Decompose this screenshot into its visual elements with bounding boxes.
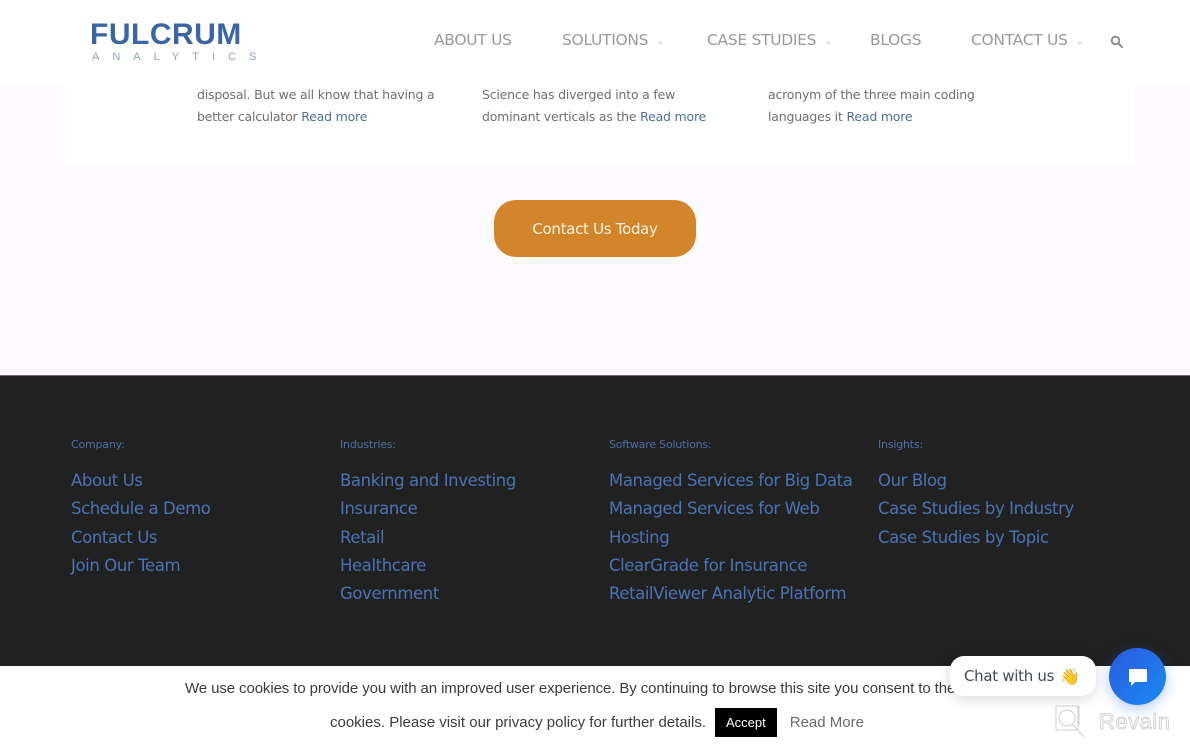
logo-sub-text: ANALYTICS <box>92 51 270 63</box>
fulcrum-logo[interactable]: FULCRUM ANALYTICS <box>90 18 270 64</box>
revain-text: Revain <box>1099 709 1171 735</box>
chevron-down-icon: ⌄ <box>1075 35 1084 47</box>
read-more-link[interactable]: Read more <box>301 109 367 124</box>
waving-hand-icon: 👋 <box>1060 666 1081 686</box>
footer-link-web[interactable]: Managed Services for Web <box>609 495 852 523</box>
footer-link-case-studies-industry[interactable]: Case Studies by Industry <box>878 495 1074 523</box>
nav-blogs[interactable]: BLOGS <box>870 31 922 49</box>
chat-with-us-bubble[interactable]: Chat with us 👋 <box>950 656 1096 696</box>
nav-label: SOLUTIONS <box>562 31 649 49</box>
footer-link-our-blog[interactable]: Our Blog <box>878 467 1074 495</box>
blog-card-excerpt: disposal. But we all know that having a … <box>197 84 435 128</box>
contact-us-today-button[interactable]: Contact Us Today <box>494 200 696 257</box>
footer-link-banking[interactable]: Banking and Investing <box>340 467 516 495</box>
cookie-message-line2-row: cookies. Please visit our privacy policy… <box>330 708 864 737</box>
excerpt-line: disposal. But we all know that having a <box>197 87 435 102</box>
footer-link-big-data[interactable]: Managed Services for Big Data <box>609 467 853 495</box>
chat-bubble-text: Chat with us <box>964 667 1055 685</box>
chat-icon <box>1128 668 1147 686</box>
nav-solutions[interactable]: SOLUTIONS ⌄ <box>562 31 665 49</box>
footer-link-contact-us[interactable]: Contact Us <box>71 524 210 552</box>
nav-about-us[interactable]: ABOUT US <box>434 31 512 49</box>
cookie-accept-button[interactable]: Accept <box>715 708 777 737</box>
footer-link-government[interactable]: Government <box>340 580 516 608</box>
nav-label: ABOUT US <box>434 31 512 49</box>
nav-case-studies[interactable]: CASE STUDIES ⌄ <box>707 31 833 49</box>
logo-main-text: FULCRUM <box>90 18 242 51</box>
footer-link-retailviewer[interactable]: RetailViewer Analytic Platform <box>609 580 852 608</box>
footer-heading: Software Solutions: <box>609 438 712 451</box>
excerpt-line: languages it Read more <box>768 106 975 128</box>
nav-contact-us[interactable]: CONTACT US ⌄ <box>971 31 1084 49</box>
footer-link-retail[interactable]: Retail <box>340 524 516 552</box>
nav-label: CONTACT US <box>971 31 1068 49</box>
excerpt-text: languages it <box>768 109 843 124</box>
nav-label: BLOGS <box>870 31 922 49</box>
cookie-message-line1: We use cookies to provide you with an im… <box>185 680 960 697</box>
excerpt-line: acronym of the three main coding <box>768 87 975 102</box>
footer-link-about-us[interactable]: About Us <box>71 467 210 495</box>
read-more-link[interactable]: Read more <box>846 109 912 124</box>
read-more-link[interactable]: Read more <box>640 109 706 124</box>
site-footer: Company: About Us Schedule a Demo Contac… <box>0 375 1190 666</box>
chevron-down-icon: ⌄ <box>824 35 833 47</box>
footer-column-software-solutions: Software Solutions: Managed Services for… <box>609 438 853 608</box>
footer-link-cleargrade[interactable]: ClearGrade for Insurance <box>609 552 852 580</box>
excerpt-line: dominant verticals as the Read more <box>482 106 706 128</box>
footer-heading: Insights: <box>878 438 923 451</box>
footer-heading: Company: <box>71 438 125 451</box>
excerpt-line: Science has diverged into a few <box>482 87 676 102</box>
footer-column-insights: Insights: Our Blog Case Studies by Indus… <box>878 438 1074 552</box>
revain-watermark: Revain <box>1055 705 1170 739</box>
footer-column-industries: Industries: Banking and Investing Insura… <box>340 438 516 608</box>
blog-card-excerpt: acronym of the three main coding languag… <box>768 84 975 128</box>
footer-heading: Industries: <box>340 438 396 451</box>
footer-link-join-team[interactable]: Join Our Team <box>71 552 210 580</box>
search-icon[interactable] <box>1110 35 1124 49</box>
revain-logo-icon <box>1055 705 1085 738</box>
footer-link-case-studies-topic[interactable]: Case Studies by Topic <box>878 524 1074 552</box>
excerpt-text: better calculator <box>197 109 298 124</box>
blog-card-excerpt: Science has diverged into a few dominant… <box>482 84 706 128</box>
footer-link-healthcare[interactable]: Healthcare <box>340 552 516 580</box>
cookie-message-line2: cookies. Please visit our privacy policy… <box>330 714 706 731</box>
footer-link-hosting[interactable]: Hosting <box>609 524 852 552</box>
footer-link-insurance[interactable]: Insurance <box>340 495 516 523</box>
excerpt-text: dominant verticals as the <box>482 109 637 124</box>
excerpt-line: better calculator Read more <box>197 106 434 128</box>
nav-label: CASE STUDIES <box>707 31 817 49</box>
cookie-read-more-link[interactable]: Read More <box>790 714 864 731</box>
footer-link-schedule-demo[interactable]: Schedule a Demo <box>71 495 211 523</box>
chat-launcher-button[interactable] <box>1109 648 1166 705</box>
chevron-down-icon: ⌄ <box>656 35 665 47</box>
footer-column-company: Company: About Us Schedule a Demo Contac… <box>71 438 211 580</box>
site-header: FULCRUM ANALYTICS ABOUT US SOLUTIONS ⌄ C… <box>0 0 1190 84</box>
